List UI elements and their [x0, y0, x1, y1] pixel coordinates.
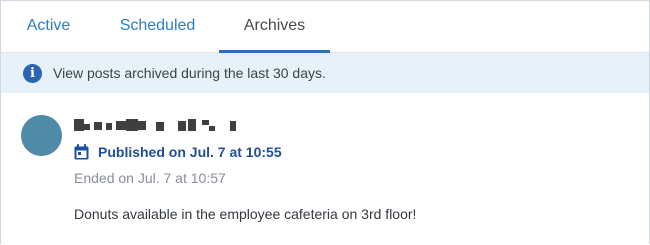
calendar-icon: [74, 144, 89, 160]
author-name-redacted: [74, 116, 239, 132]
post-item: Published on Jul. 7 at 10:55 Ended on Ju…: [1, 94, 649, 245]
tab-active[interactable]: Active: [1, 1, 96, 52]
info-icon: i: [23, 64, 42, 83]
info-banner: i View posts archived during the last 30…: [1, 53, 649, 93]
avatar: [21, 115, 62, 156]
banner-text: View posts archived during the last 30 d…: [53, 65, 326, 81]
post-body: Donuts available in the employee cafeter…: [74, 206, 417, 222]
ended-date: Ended on Jul. 7 at 10:57: [74, 170, 226, 186]
tab-archives[interactable]: Archives: [219, 1, 330, 53]
tab-scheduled[interactable]: Scheduled: [96, 1, 219, 52]
tab-bar: Active Scheduled Archives: [1, 1, 649, 53]
published-line: Published on Jul. 7 at 10:55: [74, 143, 282, 161]
archived-posts-panel: Active Scheduled Archives i View posts a…: [0, 0, 650, 244]
published-date: Published on Jul. 7 at 10:55: [98, 144, 282, 160]
